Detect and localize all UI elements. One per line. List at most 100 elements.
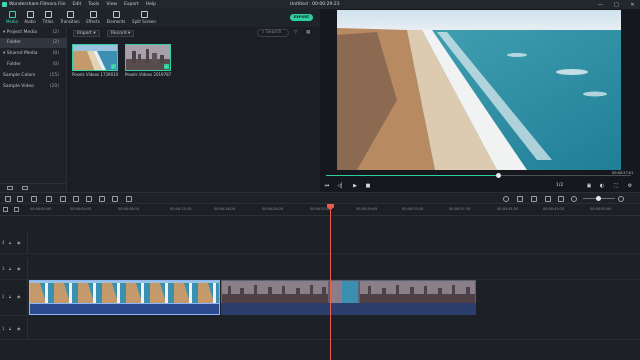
rewind-icon[interactable]: ⏮ bbox=[323, 183, 331, 189]
lock-icon[interactable]: 🔒︎ bbox=[9, 326, 11, 331]
eye-icon[interactable]: ◉ bbox=[17, 266, 21, 271]
filter-icon[interactable]: ▽ bbox=[294, 30, 297, 35]
tab-effects[interactable]: Effects bbox=[81, 11, 105, 24]
media-icon bbox=[8, 11, 16, 18]
music-icon bbox=[26, 11, 34, 18]
voiceover-icon[interactable] bbox=[531, 196, 537, 202]
undo-icon[interactable] bbox=[5, 196, 11, 202]
menu-view[interactable]: View bbox=[106, 2, 117, 7]
library-item-sample-colors[interactable]: Sample Colors (15) bbox=[0, 71, 67, 81]
tab-effects-label: Effects bbox=[86, 19, 100, 24]
menu-bar: File Edit Tools View Export Help bbox=[58, 2, 156, 7]
ruler-tick: 00:00:37:15 bbox=[449, 207, 471, 211]
audio-waveform-clip[interactable] bbox=[29, 303, 220, 315]
menu-edit[interactable]: Edit bbox=[73, 2, 82, 7]
delete-icon[interactable] bbox=[31, 196, 37, 202]
tab-elements[interactable]: Elements bbox=[104, 11, 128, 24]
library-item-folder[interactable]: Folder (2) bbox=[0, 38, 67, 48]
playhead[interactable] bbox=[330, 205, 331, 360]
ruler-tick: 00:00:12:15 bbox=[170, 207, 192, 211]
lock-icon[interactable]: 🔒︎ bbox=[9, 294, 11, 299]
audio-waveform-clip-2[interactable] bbox=[221, 303, 476, 315]
settings-icon[interactable]: ⚙ bbox=[626, 183, 634, 189]
ruler-tick: 00:00:45:25 bbox=[543, 207, 565, 211]
library-item-shared-folder[interactable]: Folder (0) bbox=[0, 60, 67, 70]
speed-icon[interactable] bbox=[73, 196, 79, 202]
media-thumbnail[interactable]: ✓ bbox=[72, 44, 118, 71]
menu-help[interactable]: Help bbox=[146, 2, 156, 7]
ruler-tick: 00:00:04:05 bbox=[70, 207, 92, 211]
color-icon[interactable] bbox=[86, 196, 92, 202]
lock-icon[interactable]: 🔒︎ bbox=[9, 266, 11, 271]
export-button[interactable]: EXPORT bbox=[290, 14, 313, 21]
titles-icon bbox=[44, 11, 52, 18]
step-back-icon[interactable]: ◁▏ bbox=[337, 183, 345, 189]
link-icon[interactable] bbox=[14, 207, 19, 212]
stop-icon[interactable]: ■ bbox=[364, 183, 372, 189]
volume-icon[interactable]: ◐ bbox=[598, 183, 606, 189]
track-header-1: 1 🔒︎ ◉ bbox=[0, 318, 28, 340]
maximize-button[interactable]: □ bbox=[613, 2, 620, 8]
filmora-logo-icon bbox=[2, 2, 7, 7]
search-input[interactable]: ⌕ Search bbox=[257, 29, 289, 37]
keyframe-icon[interactable] bbox=[112, 196, 118, 202]
minimize-button[interactable]: — bbox=[597, 2, 604, 8]
ruler-tick: 00:00:41:20 bbox=[497, 207, 519, 211]
track-number: 2 bbox=[2, 294, 5, 299]
lock-icon[interactable]: 🔒︎ bbox=[9, 240, 11, 245]
mixer-icon[interactable] bbox=[545, 196, 551, 202]
library-item-count: (15) bbox=[49, 73, 59, 78]
snapshot-icon[interactable]: ▣ bbox=[585, 183, 593, 189]
zoom-slider-handle[interactable] bbox=[596, 196, 601, 201]
eye-icon[interactable]: ◉ bbox=[17, 294, 21, 299]
close-button[interactable]: ✕ bbox=[629, 2, 636, 8]
library-item-label: Sample Video bbox=[3, 84, 34, 89]
render-icon[interactable] bbox=[503, 196, 509, 202]
stabilize-icon[interactable] bbox=[126, 196, 132, 202]
import-dropdown[interactable]: Import ▾ bbox=[73, 30, 100, 37]
redo-icon[interactable] bbox=[17, 196, 23, 202]
track-lane[interactable] bbox=[28, 232, 640, 254]
menu-export[interactable]: Export bbox=[124, 2, 139, 7]
media-thumbnail[interactable]: ✓ bbox=[125, 44, 171, 71]
zoom-in-icon[interactable] bbox=[618, 196, 624, 202]
tab-titles[interactable]: Titles bbox=[36, 11, 60, 24]
library-item-sample-video[interactable]: Sample Video (20) bbox=[0, 82, 67, 92]
play-icon[interactable]: ▶ bbox=[351, 183, 359, 189]
transition-icon bbox=[66, 11, 74, 18]
tab-split-screen[interactable]: Split Screen bbox=[130, 11, 158, 24]
grid-view-icon[interactable]: ▦ bbox=[306, 30, 310, 35]
preview-timecode: 00:00:27:01 bbox=[612, 171, 634, 175]
scrubber-handle[interactable] bbox=[496, 173, 501, 178]
timeline-ruler[interactable]: 00:00:00:00 00:00:04:05 00:00:08:10 00:0… bbox=[0, 204, 640, 216]
menu-tools[interactable]: Tools bbox=[88, 2, 99, 7]
track-header-3: 3 🔒︎ ◉ bbox=[0, 258, 28, 280]
thumbnail-label: Pexels Videos 1739010 bbox=[72, 72, 119, 77]
track-lane[interactable] bbox=[28, 258, 640, 280]
library-item-label: Folder bbox=[7, 62, 21, 67]
crop-icon[interactable] bbox=[60, 196, 66, 202]
ruler-tick: 00:00:20:25 bbox=[262, 207, 284, 211]
tab-transition[interactable]: Transition bbox=[58, 11, 82, 24]
zoom-out-icon[interactable] bbox=[571, 196, 577, 202]
media-panel: Import ▾ Record ▾ ⌕ Search ▽ ▦ ✓ Pexels … bbox=[67, 27, 320, 192]
library-item-count: (2) bbox=[52, 30, 59, 35]
quality-select[interactable]: 1/2 bbox=[556, 183, 563, 188]
speaker-icon[interactable]: ◉ bbox=[17, 326, 21, 331]
snap-icon[interactable] bbox=[558, 196, 564, 202]
fullscreen-icon[interactable]: ⛶ bbox=[612, 183, 620, 189]
menu-file[interactable]: File bbox=[58, 2, 66, 7]
library-item-project-media[interactable]: ▾ Project Media (2) bbox=[0, 28, 67, 38]
track-header-2: 2 🔒︎ ◉ bbox=[0, 280, 28, 316]
eye-icon[interactable]: ◉ bbox=[17, 240, 21, 245]
new-folder-icon[interactable] bbox=[7, 186, 13, 190]
marker-icon[interactable] bbox=[517, 196, 523, 202]
add-track-icon[interactable] bbox=[3, 207, 8, 212]
library-item-shared-media[interactable]: ▾ Shared Media (0) bbox=[0, 49, 67, 59]
audio-mixer-icon[interactable] bbox=[99, 196, 105, 202]
track-lane[interactable] bbox=[28, 318, 640, 340]
folder-icon[interactable] bbox=[22, 186, 28, 190]
tab-elements-label: Elements bbox=[106, 19, 126, 24]
cut-icon[interactable] bbox=[46, 196, 52, 202]
record-dropdown[interactable]: Record ▾ bbox=[107, 30, 134, 37]
